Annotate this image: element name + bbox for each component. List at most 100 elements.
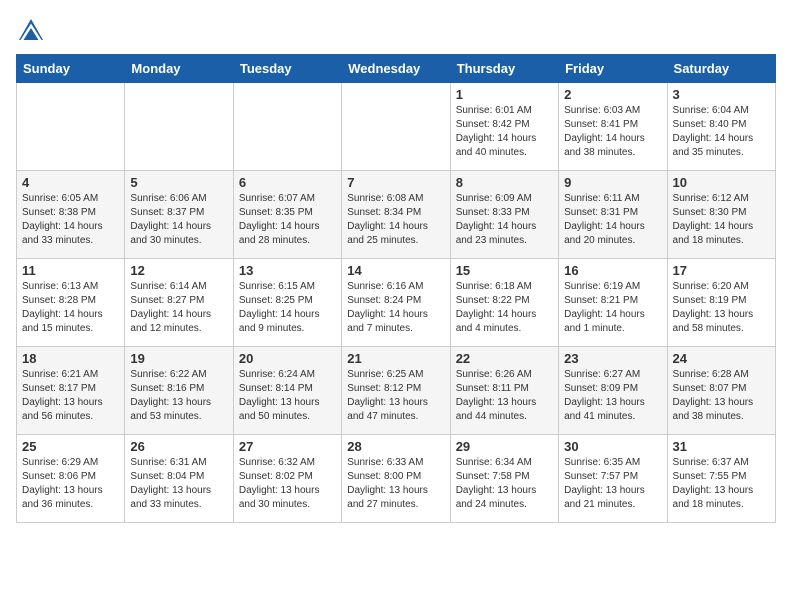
- day-number: 6: [239, 175, 336, 190]
- calendar-cell: 27Sunrise: 6:32 AM Sunset: 8:02 PM Dayli…: [233, 435, 341, 523]
- day-info: Sunrise: 6:19 AM Sunset: 8:21 PM Dayligh…: [564, 280, 661, 336]
- day-info: Sunrise: 6:27 AM Sunset: 8:09 PM Dayligh…: [564, 368, 661, 424]
- calendar-cell: 24Sunrise: 6:28 AM Sunset: 8:07 PM Dayli…: [667, 347, 775, 435]
- calendar-cell: 31 Sunrise: 6:37 AM Sunset: 7:55 PM Dayli…: [667, 435, 775, 523]
- column-header-wednesday: Wednesday: [342, 55, 450, 83]
- day-number: 3: [673, 87, 770, 102]
- calendar-cell: 4 Sunrise: 6:05 AM Sunset: 8:38 PM Daylig…: [17, 171, 125, 259]
- day-info: Sunrise: 6:08 AM Sunset: 8:34 PM Dayligh…: [347, 192, 444, 248]
- column-header-monday: Monday: [125, 55, 233, 83]
- day-info: Sunrise: 6:28 AM Sunset: 8:07 PM Dayligh…: [673, 368, 770, 424]
- calendar-cell: 28 Sunrise: 6:33 AM Sunset: 8:00 PM Dayli…: [342, 435, 450, 523]
- calendar-cell: 2Sunrise: 6:03 AM Sunset: 8:41 PM Daylig…: [559, 83, 667, 171]
- day-info: Sunrise: 6:09 AM Sunset: 8:33 PM Dayligh…: [456, 192, 553, 248]
- day-info: Sunrise: 6:31 AM Sunset: 8:04 PM Dayligh…: [130, 456, 227, 512]
- calendar-cell: 8 Sunrise: 6:09 AM Sunset: 8:33 PM Daylig…: [450, 171, 558, 259]
- day-info: Sunrise: 6:13 AM Sunset: 8:28 PM Dayligh…: [22, 280, 119, 336]
- day-info: Sunrise: 6:26 AM Sunset: 8:11 PM Dayligh…: [456, 368, 553, 424]
- day-info: Sunrise: 6:35 AM Sunset: 7:57 PM Dayligh…: [564, 456, 661, 512]
- calendar-cell: 13Sunrise: 6:15 AM Sunset: 8:25 PM Dayli…: [233, 259, 341, 347]
- day-number: 11: [22, 263, 119, 278]
- calendar-cell: 16 Sunrise: 6:19 AM Sunset: 8:21 PM Dayli…: [559, 259, 667, 347]
- day-info: Sunrise: 6:34 AM Sunset: 7:58 PM Dayligh…: [456, 456, 553, 512]
- column-header-sunday: Sunday: [17, 55, 125, 83]
- day-info: Sunrise: 6:06 AM Sunset: 8:37 PM Dayligh…: [130, 192, 227, 248]
- day-number: 4: [22, 175, 119, 190]
- day-number: 15: [456, 263, 553, 278]
- day-number: 16: [564, 263, 661, 278]
- day-number: 21: [347, 351, 444, 366]
- day-info: Sunrise: 6:24 AM Sunset: 8:14 PM Dayligh…: [239, 368, 336, 424]
- week-row: 11 Sunrise: 6:13 AM Sunset: 8:28 PM Dayli…: [17, 259, 776, 347]
- calendar-cell: 3 Sunrise: 6:04 AM Sunset: 8:40 PM Daylig…: [667, 83, 775, 171]
- calendar-cell: 18 Sunrise: 6:21 AM Sunset: 8:17 PM Dayli…: [17, 347, 125, 435]
- day-number: 20: [239, 351, 336, 366]
- week-row: 18 Sunrise: 6:21 AM Sunset: 8:17 PM Dayli…: [17, 347, 776, 435]
- calendar-cell: 7Sunrise: 6:08 AM Sunset: 8:34 PM Daylig…: [342, 171, 450, 259]
- calendar-body: 1 Sunrise: 6:01 AM Sunset: 8:42 PM Daylig…: [17, 83, 776, 523]
- day-info: Sunrise: 6:33 AM Sunset: 8:00 PM Dayligh…: [347, 456, 444, 512]
- day-number: 23: [564, 351, 661, 366]
- day-number: 29: [456, 439, 553, 454]
- day-info: Sunrise: 6:21 AM Sunset: 8:17 PM Dayligh…: [22, 368, 119, 424]
- calendar-cell: 26 Sunrise: 6:31 AM Sunset: 8:04 PM Dayli…: [125, 435, 233, 523]
- logo: [16, 16, 50, 46]
- day-number: 1: [456, 87, 553, 102]
- day-number: 28: [347, 439, 444, 454]
- day-info: Sunrise: 6:05 AM Sunset: 8:38 PM Dayligh…: [22, 192, 119, 248]
- calendar-cell: 5 Sunrise: 6:06 AM Sunset: 8:37 PM Daylig…: [125, 171, 233, 259]
- calendar-cell: 19 Sunrise: 6:22 AM Sunset: 8:16 PM Dayli…: [125, 347, 233, 435]
- day-number: 31: [673, 439, 770, 454]
- day-info: Sunrise: 6:25 AM Sunset: 8:12 PM Dayligh…: [347, 368, 444, 424]
- day-number: 14: [347, 263, 444, 278]
- day-info: Sunrise: 6:32 AM Sunset: 8:02 PM Dayligh…: [239, 456, 336, 512]
- week-row: 4 Sunrise: 6:05 AM Sunset: 8:38 PM Daylig…: [17, 171, 776, 259]
- day-info: Sunrise: 6:14 AM Sunset: 8:27 PM Dayligh…: [130, 280, 227, 336]
- column-header-saturday: Saturday: [667, 55, 775, 83]
- calendar-cell: 25 Sunrise: 6:29 AM Sunset: 8:06 PM Dayli…: [17, 435, 125, 523]
- week-row: 25 Sunrise: 6:29 AM Sunset: 8:06 PM Dayli…: [17, 435, 776, 523]
- calendar-cell: 17 Sunrise: 6:20 AM Sunset: 8:19 PM Dayli…: [667, 259, 775, 347]
- day-info: Sunrise: 6:15 AM Sunset: 8:25 PM Dayligh…: [239, 280, 336, 336]
- calendar-cell: 29 Sunrise: 6:34 AM Sunset: 7:58 PM Dayli…: [450, 435, 558, 523]
- calendar-header: SundayMondayTuesdayWednesdayThursdayFrid…: [17, 55, 776, 83]
- day-info: Sunrise: 6:16 AM Sunset: 8:24 PM Dayligh…: [347, 280, 444, 336]
- day-number: 26: [130, 439, 227, 454]
- day-number: 25: [22, 439, 119, 454]
- calendar-cell: 6 Sunrise: 6:07 AM Sunset: 8:35 PM Daylig…: [233, 171, 341, 259]
- day-info: Sunrise: 6:12 AM Sunset: 8:30 PM Dayligh…: [673, 192, 770, 248]
- column-header-friday: Friday: [559, 55, 667, 83]
- calendar-cell: 1 Sunrise: 6:01 AM Sunset: 8:42 PM Daylig…: [450, 83, 558, 171]
- logo-icon: [16, 16, 46, 46]
- calendar-cell: [125, 83, 233, 171]
- day-info: Sunrise: 6:03 AM Sunset: 8:41 PM Dayligh…: [564, 104, 661, 160]
- day-number: 18: [22, 351, 119, 366]
- day-info: Sunrise: 6:01 AM Sunset: 8:42 PM Dayligh…: [456, 104, 553, 160]
- calendar-cell: 23 Sunrise: 6:27 AM Sunset: 8:09 PM Dayli…: [559, 347, 667, 435]
- day-number: 30: [564, 439, 661, 454]
- calendar-cell: 14 Sunrise: 6:16 AM Sunset: 8:24 PM Dayli…: [342, 259, 450, 347]
- day-number: 10: [673, 175, 770, 190]
- calendar-cell: 21 Sunrise: 6:25 AM Sunset: 8:12 PM Dayli…: [342, 347, 450, 435]
- day-info: Sunrise: 6:22 AM Sunset: 8:16 PM Dayligh…: [130, 368, 227, 424]
- column-header-thursday: Thursday: [450, 55, 558, 83]
- calendar-cell: 20 Sunrise: 6:24 AM Sunset: 8:14 PM Dayli…: [233, 347, 341, 435]
- calendar-cell: 22Sunrise: 6:26 AM Sunset: 8:11 PM Dayli…: [450, 347, 558, 435]
- day-info: Sunrise: 6:20 AM Sunset: 8:19 PM Dayligh…: [673, 280, 770, 336]
- calendar-cell: 9Sunrise: 6:11 AM Sunset: 8:31 PM Daylig…: [559, 171, 667, 259]
- week-row: 1 Sunrise: 6:01 AM Sunset: 8:42 PM Daylig…: [17, 83, 776, 171]
- column-header-tuesday: Tuesday: [233, 55, 341, 83]
- day-info: Sunrise: 6:29 AM Sunset: 8:06 PM Dayligh…: [22, 456, 119, 512]
- calendar-cell: 11 Sunrise: 6:13 AM Sunset: 8:28 PM Dayli…: [17, 259, 125, 347]
- calendar-table: SundayMondayTuesdayWednesdayThursdayFrid…: [16, 54, 776, 523]
- day-info: Sunrise: 6:07 AM Sunset: 8:35 PM Dayligh…: [239, 192, 336, 248]
- calendar-cell: 10 Sunrise: 6:12 AM Sunset: 8:30 PM Dayli…: [667, 171, 775, 259]
- day-number: 17: [673, 263, 770, 278]
- day-number: 19: [130, 351, 227, 366]
- day-number: 8: [456, 175, 553, 190]
- day-info: Sunrise: 6:37 AM Sunset: 7:55 PM Dayligh…: [673, 456, 770, 512]
- calendar-cell: 15Sunrise: 6:18 AM Sunset: 8:22 PM Dayli…: [450, 259, 558, 347]
- day-info: Sunrise: 6:04 AM Sunset: 8:40 PM Dayligh…: [673, 104, 770, 160]
- day-number: 9: [564, 175, 661, 190]
- day-number: 5: [130, 175, 227, 190]
